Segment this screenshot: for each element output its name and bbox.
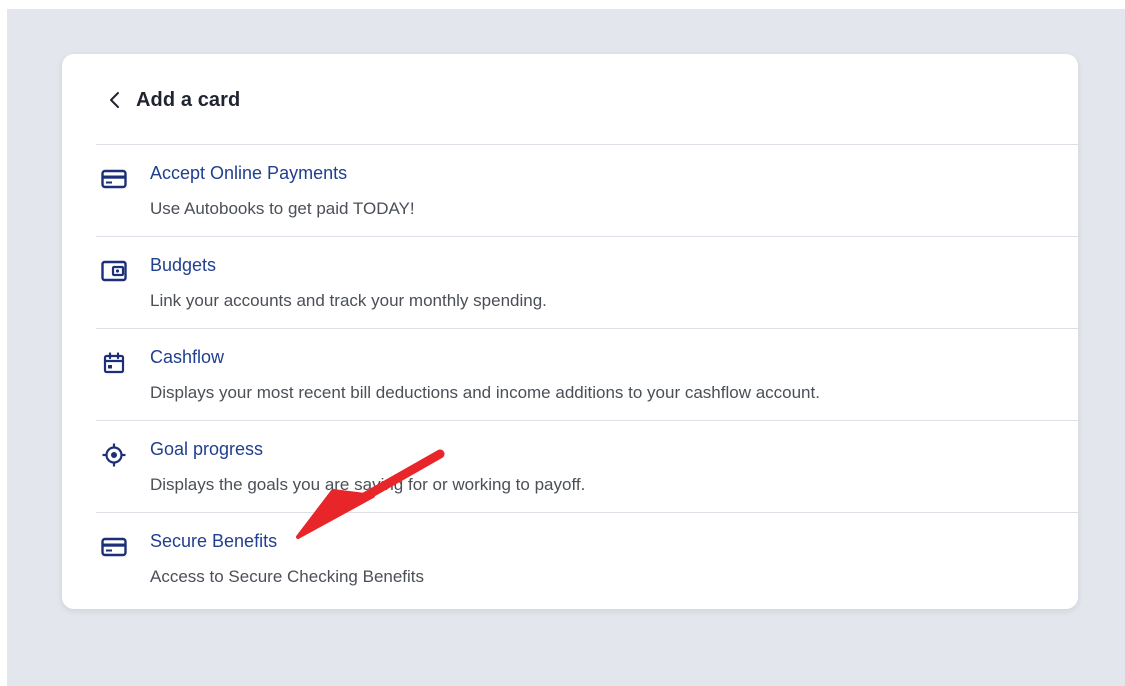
- add-card-panel: Add a card Accept Online Payments Use Au…: [62, 54, 1078, 609]
- item-title: Accept Online Payments: [150, 163, 348, 183]
- calendar-icon: [96, 351, 132, 375]
- item-description: Displays your most recent bill deduction…: [150, 383, 820, 402]
- card-type-list: Accept Online Payments Use Autobooks to …: [96, 144, 1078, 604]
- item-title: Budgets: [150, 255, 217, 275]
- credit-card-icon: [96, 535, 132, 559]
- list-item-goal-progress[interactable]: Goal progress Displays the goals you are…: [96, 420, 1078, 512]
- item-description: Use Autobooks to get paid TODAY!: [150, 199, 415, 218]
- item-title: Secure Benefits: [150, 531, 278, 551]
- list-item-cashflow[interactable]: Cashflow Displays your most recent bill …: [96, 328, 1078, 420]
- chevron-left-icon[interactable]: [106, 91, 124, 109]
- page-title: Add a card: [136, 88, 241, 111]
- target-icon: [96, 443, 132, 467]
- list-item-secure-benefits[interactable]: Secure Benefits Access to Secure Checkin…: [96, 512, 1078, 604]
- back-button[interactable]: Add a card: [102, 82, 244, 118]
- item-title: Cashflow: [150, 347, 225, 367]
- item-title: Goal progress: [150, 439, 264, 459]
- panel-header: Add a card: [62, 54, 1078, 144]
- list-item-accept-online-payments[interactable]: Accept Online Payments Use Autobooks to …: [96, 144, 1078, 236]
- item-description: Displays the goals you are saving for or…: [150, 475, 586, 494]
- item-description: Access to Secure Checking Benefits: [150, 567, 425, 586]
- credit-card-icon: [96, 167, 132, 191]
- list-item-budgets[interactable]: Budgets Link your accounts and track you…: [96, 236, 1078, 328]
- item-description: Link your accounts and track your monthl…: [150, 291, 547, 310]
- wallet-icon: [96, 259, 132, 283]
